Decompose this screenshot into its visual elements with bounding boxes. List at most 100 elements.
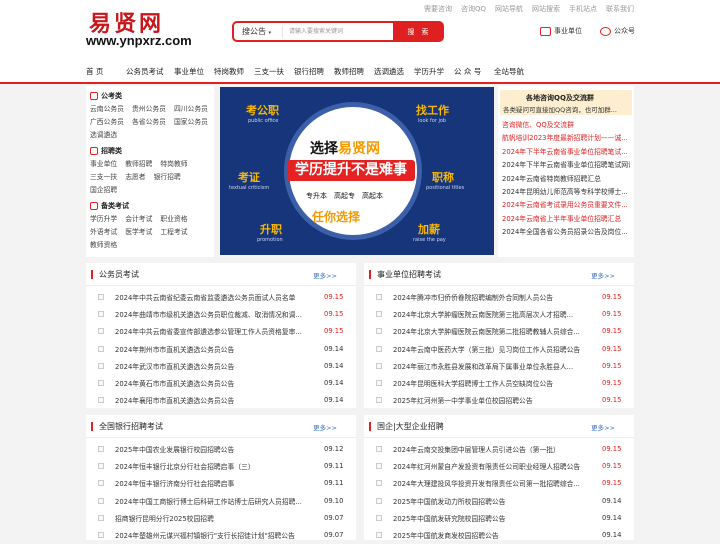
nav-gzh[interactable]: 公 众 号	[454, 66, 494, 77]
list-item-title[interactable]: 2024年恒丰银行济南分行社会招聘启事	[115, 478, 303, 488]
list-item-title[interactable]: 招商银行昆明分行2025校园招聘	[115, 513, 303, 523]
search-type-select[interactable]: 搜公告 ▾	[234, 26, 282, 37]
qq-list-item[interactable]: 2024年云南省考试录用公务员重要文件...	[502, 199, 630, 212]
list-item[interactable]: 2024年恒丰银行北京分行社会招聘启事（三） 09.11	[86, 457, 356, 474]
list-item[interactable]: 2024年曲靖市市级机关遴选公务员职位裁减、取消情况和调... 09.15	[86, 305, 356, 322]
category-link[interactable]: 教师资格	[90, 239, 117, 249]
list-item-title[interactable]: 2024年北京大学肿瘤医院云南医院第三批高层次人才招聘...	[393, 309, 581, 319]
top-link-contact[interactable]: 联系我们	[606, 4, 634, 14]
list-item[interactable]: 2024年楚雄州元谋兴福村镇银行"支行长招徒计划"招聘公告 09.07	[86, 526, 356, 543]
list-item[interactable]: 2024年北京大学肿瘤医院云南医院第三批高层次人才招聘... 09.15	[364, 305, 634, 322]
more-link[interactable]: 更多>>	[591, 422, 615, 432]
top-link-mobile[interactable]: 手机站点	[569, 4, 597, 14]
category-link[interactable]: 学历升学	[90, 213, 117, 223]
list-item[interactable]: 2025年中国农业发展银行校园招聘公告 09.12	[86, 440, 356, 457]
list-item-title[interactable]: 2024年襄阳市市直机关遴选公务员公告	[115, 395, 303, 405]
more-link[interactable]: 更多>>	[313, 422, 337, 432]
list-item-title[interactable]: 2024年楚雄州元谋兴福村镇银行"支行长招徒计划"招聘公告	[115, 530, 303, 540]
list-item[interactable]: 2024年黄石市市直机关遴选公务员公告 09.14	[86, 374, 356, 391]
promo-banner[interactable]: 考公职 public office 找工作 look for job 考证 te…	[220, 87, 494, 255]
qq-list-item[interactable]: 2024年云南省特岗教师招聘汇总	[502, 173, 630, 186]
top-link-consult[interactable]: 需要咨询	[424, 4, 452, 14]
list-item[interactable]: 2025年中国航发商发校园招聘公告 09.14	[364, 526, 634, 543]
nav-xdlx[interactable]: 选调遴选	[374, 66, 414, 77]
list-item[interactable]: 2024年丽江市永胜县发展和改革局下属事业单位永胜县人... 09.15	[364, 357, 634, 374]
list-item[interactable]: 2024年中共云南省纪委云南省监委遴选公务员面试人员名单 09.15	[86, 288, 356, 305]
nav-gwy[interactable]: 公务员考试	[126, 66, 174, 77]
gzh-link[interactable]: 公众号	[600, 26, 635, 36]
nav-szyf[interactable]: 三支一扶	[254, 66, 294, 77]
qq-list-item[interactable]: 航帆培训2023年度最新招聘计划——诚...	[502, 132, 630, 145]
qq-list-item[interactable]: 2024年昆明幼儿师范高等专科学校博士...	[502, 186, 630, 199]
qq-list-item[interactable]: 咨询微信、QQ及交流群	[502, 119, 630, 132]
qq-list-item[interactable]: 2024年下半年云南省事业单位招聘笔试网课	[502, 159, 630, 172]
list-item-title[interactable]: 2024年荆州市市直机关遴选公务员公告	[115, 344, 303, 354]
nav-sydw[interactable]: 事业单位	[174, 66, 214, 77]
more-link[interactable]: 更多>>	[591, 270, 615, 280]
list-item-title[interactable]: 2024年北京大学肿瘤医院云南医院第二批招聘教辅人员综合...	[393, 326, 581, 336]
top-link-search[interactable]: 网站搜索	[532, 4, 560, 14]
list-item-title[interactable]: 2024年大理建投风华投资开发有限责任公司第一批招聘综合...	[393, 478, 581, 488]
nav-xlsx[interactable]: 学历升学	[414, 66, 454, 77]
list-item[interactable]: 2024年北京大学肿瘤医院云南医院第二批招聘教辅人员综合... 09.15	[364, 323, 634, 340]
category-link[interactable]: 国家公务员	[174, 116, 208, 126]
list-item[interactable]: 2024年红河州蒙自产发投资有限责任公司职业经理人招聘公告 09.15	[364, 457, 634, 474]
list-item[interactable]: 2024年中共云南省委宣传部遴选参公管理工作人员资格复审... 09.15	[86, 323, 356, 340]
list-item[interactable]: 2024年云南中医药大学（第三批）见习岗位工作人员招聘公告 09.15	[364, 340, 634, 357]
category-link[interactable]: 职业资格	[160, 213, 187, 223]
list-item-title[interactable]: 2025年红河州第一中学事业单位校园招聘公告	[393, 395, 581, 405]
more-link[interactable]: 更多>>	[313, 270, 337, 280]
list-item-title[interactable]: 2024年中共云南省委宣传部遴选参公管理工作人员资格复审...	[115, 326, 303, 336]
list-item-title[interactable]: 2024年昆明医科大学招聘博士工作人员空缺岗位公告	[393, 378, 581, 388]
qq-list-item[interactable]: 2024年云南省上半年事业单位招聘汇总	[502, 213, 630, 226]
search-button[interactable]: 搜 索	[393, 22, 443, 41]
top-link-sitemap[interactable]: 网站导航	[495, 4, 523, 14]
category-link[interactable]: 各省公务员	[132, 116, 166, 126]
category-link[interactable]: 贵州公务员	[132, 103, 166, 113]
list-item-title[interactable]: 2025年中国航发商发校园招聘公告	[393, 530, 581, 540]
list-item-title[interactable]: 2024年中国工商银行博士后科研工作站博士后研究人员招聘...	[115, 496, 303, 506]
nav-tgjs[interactable]: 特岗教师	[214, 66, 254, 77]
list-item[interactable]: 2025年中国航发研究院校园招聘公告 09.14	[364, 509, 634, 526]
list-item-title[interactable]: 2024年云南中医药大学（第三批）见习岗位工作人员招聘公告	[393, 344, 581, 354]
list-item[interactable]: 2024年荆州市市直机关遴选公务员公告 09.14	[86, 340, 356, 357]
category-link[interactable]: 银行招聘	[154, 171, 181, 181]
category-link[interactable]: 选调遴选	[90, 129, 117, 139]
category-link[interactable]: 三支一扶	[90, 171, 117, 181]
nav-all[interactable]: 全站导航	[494, 66, 534, 77]
category-link[interactable]: 志愿者	[125, 171, 145, 181]
category-link[interactable]: 外语考试	[90, 226, 117, 236]
search-input[interactable]: 请输入要搜索关键词	[282, 25, 393, 38]
list-item-title[interactable]: 2024年丽江市永胜县发展和改革局下属事业单位永胜县人...	[393, 361, 581, 371]
list-item-title[interactable]: 2024年中共云南省纪委云南省监委遴选公务员面试人员名单	[115, 292, 303, 302]
list-item-title[interactable]: 2024年黄石市市直机关遴选公务员公告	[115, 378, 303, 388]
list-item-title[interactable]: 2025年中国航发研究院校园招聘公告	[393, 513, 581, 523]
category-link[interactable]: 四川公务员	[174, 103, 208, 113]
list-item[interactable]: 2024年中国工商银行博士后科研工作站博士后研究人员招聘... 09.10	[86, 492, 356, 509]
list-item[interactable]: 2025年红河州第一中学事业单位校园招聘公告 09.15	[364, 392, 634, 409]
category-link[interactable]: 工程考试	[160, 226, 187, 236]
list-item-title[interactable]: 2024年恒丰银行北京分行社会招聘启事（三）	[115, 461, 303, 471]
list-item-title[interactable]: 2024年云南交投集团中层管理人员引进公告（第一批）	[393, 444, 581, 454]
list-item-title[interactable]: 2025年中国农业发展银行校园招聘公告	[115, 444, 303, 454]
category-link[interactable]: 云南公务员	[90, 103, 124, 113]
list-item-title[interactable]: 2024年武汉市市直机关遴选公务员公告	[115, 361, 303, 371]
category-link[interactable]: 教师招聘	[125, 158, 152, 168]
list-item[interactable]: 2024年云南交投集团中层管理人员引进公告（第一批） 09.15	[364, 440, 634, 457]
list-item-title[interactable]: 2024年红河州蒙自产发投资有限责任公司职业经理人招聘公告	[393, 461, 581, 471]
qq-list-item[interactable]: 2024年下半年云南省事业单位招聘笔试...	[502, 146, 630, 159]
qq-list-item[interactable]: 2024年全国各省公务员招录公告及岗位...	[502, 226, 630, 239]
list-item-title[interactable]: 2025年中国航发动力所校园招聘公告	[393, 496, 581, 506]
category-link[interactable]: 事业单位	[90, 158, 117, 168]
list-item[interactable]: 2024年大理建投风华投资开发有限责任公司第一批招聘综合... 09.15	[364, 475, 634, 492]
list-item-title[interactable]: 2024年腾冲市归侨侨眷院招聘编制外合同制人员公告	[393, 292, 581, 302]
category-link[interactable]: 会计考试	[125, 213, 152, 223]
category-link[interactable]: 医学考试	[125, 226, 152, 236]
list-item[interactable]: 2024年武汉市市直机关遴选公务员公告 09.14	[86, 357, 356, 374]
list-item[interactable]: 2024年腾冲市归侨侨眷院招聘编制外合同制人员公告 09.15	[364, 288, 634, 305]
site-logo[interactable]: 易贤网 www.ynpxrz.com	[86, 6, 192, 50]
top-link-qq[interactable]: 咨询QQ	[461, 4, 486, 14]
list-item[interactable]: 2024年襄阳市市直机关遴选公务员公告 09.14	[86, 392, 356, 409]
nav-jszp[interactable]: 教师招聘	[334, 66, 374, 77]
list-item[interactable]: 2025年中国航发动力所校园招聘公告 09.14	[364, 492, 634, 509]
